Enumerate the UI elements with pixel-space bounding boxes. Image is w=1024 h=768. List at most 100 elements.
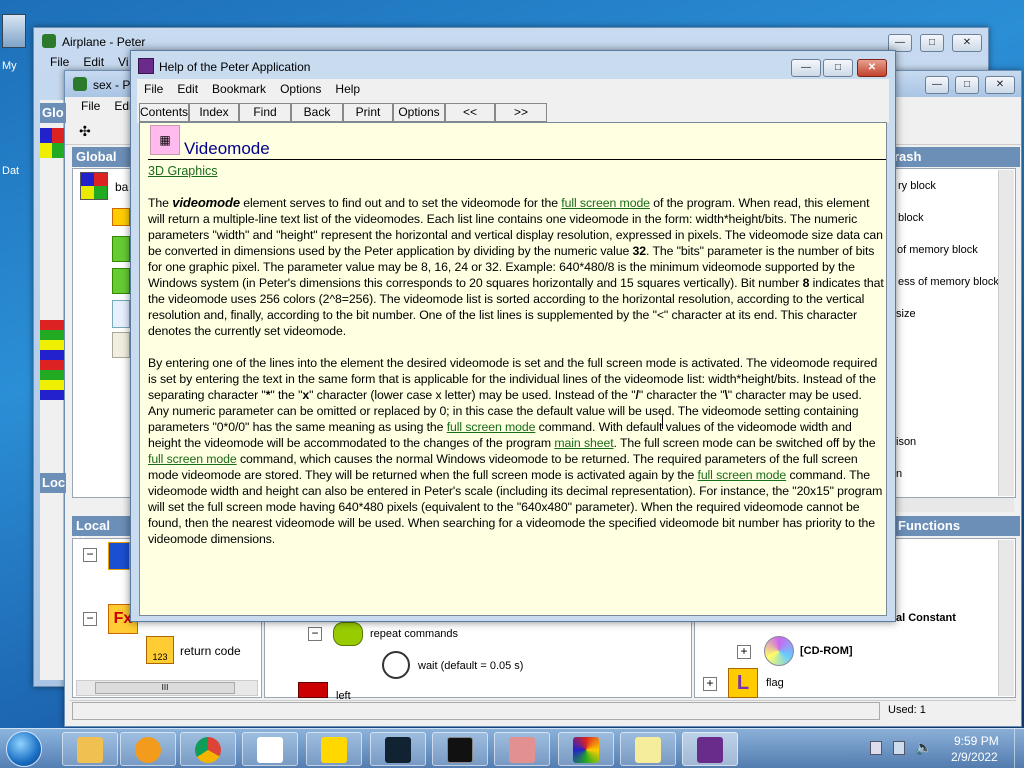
tray-network-icon[interactable] xyxy=(870,741,882,755)
taskbar-oscilloscope[interactable] xyxy=(370,732,426,766)
expand-plus-icon[interactable]: + xyxy=(703,677,717,691)
previous-topic-button[interactable]: << xyxy=(445,103,495,122)
taskbar-peter[interactable] xyxy=(242,732,298,766)
menu-view[interactable]: Vi xyxy=(118,55,128,69)
minimize-button[interactable]: — xyxy=(791,59,821,77)
clock-date[interactable]: 2/9/2022 xyxy=(951,750,998,764)
rabbit-icon[interactable] xyxy=(112,332,130,358)
help-window-title: Help of the Peter Application xyxy=(159,60,311,74)
crash-panel-header: rash xyxy=(890,147,1020,167)
paragraph-1: The videomode element serves to find out… xyxy=(148,195,884,338)
help-content[interactable]: ▦ Videomode 3D Graphics The videomode el… xyxy=(139,122,887,616)
taskbar-media-player[interactable] xyxy=(120,732,176,766)
horizontal-scrollbar[interactable] xyxy=(892,498,1014,512)
index-button[interactable]: Index xyxy=(189,103,239,122)
show-desktop-button[interactable] xyxy=(1014,729,1024,768)
close-button[interactable]: ✕ xyxy=(952,34,982,52)
variable-icon[interactable] xyxy=(112,208,130,226)
cd-rom-icon[interactable] xyxy=(764,636,794,666)
desktop-icon-label: My xyxy=(2,60,17,72)
expand-minus-icon[interactable]: − xyxy=(308,627,322,641)
repeat-icon[interactable] xyxy=(333,622,363,646)
horizontal-scrollbar[interactable]: III xyxy=(76,680,258,696)
expand-minus-icon[interactable]: − xyxy=(83,548,97,562)
full-screen-mode-link[interactable]: full screen mode xyxy=(698,468,787,482)
list-item: ison xyxy=(896,436,917,448)
back-button[interactable]: Back xyxy=(291,103,343,122)
scroll-thumb[interactable]: III xyxy=(95,682,235,694)
find-button[interactable]: Find xyxy=(239,103,291,122)
global-panel-header: Glo xyxy=(40,103,66,123)
taskbar-help[interactable] xyxy=(682,732,738,766)
close-button[interactable]: ✕ xyxy=(985,76,1015,94)
maximize-button[interactable]: □ xyxy=(823,59,853,77)
turn-icon[interactable] xyxy=(298,682,328,698)
taskbar-chrome[interactable] xyxy=(180,732,236,766)
taskbar-app-x[interactable] xyxy=(306,732,362,766)
desktop-icon-computer[interactable] xyxy=(2,14,26,48)
peter-app-icon xyxy=(42,34,56,48)
start-button[interactable] xyxy=(6,731,42,767)
chrome-icon xyxy=(195,737,221,763)
color-palette xyxy=(40,320,64,400)
taskbar-game[interactable] xyxy=(558,732,614,766)
videomode-term: videomode xyxy=(172,195,240,210)
category-link[interactable]: 3D Graphics xyxy=(148,164,217,178)
main-sheet-link[interactable]: main sheet xyxy=(554,436,613,450)
vertical-scrollbar[interactable] xyxy=(998,540,1014,696)
color-palette xyxy=(40,128,64,158)
number-variable-icon[interactable]: 123 xyxy=(146,636,174,664)
folder-icon xyxy=(77,737,103,763)
flag-l-icon[interactable]: L xyxy=(728,668,758,698)
videomode-icon: ▦ xyxy=(150,125,180,155)
menu-bar: File Edit Vi xyxy=(50,55,142,69)
taskbar-cross-app[interactable] xyxy=(494,732,550,766)
function-icon[interactable] xyxy=(108,542,130,570)
peter-app-icon xyxy=(73,77,87,91)
full-screen-mode-link[interactable]: full screen mode xyxy=(148,452,237,466)
next-topic-button[interactable]: >> xyxy=(495,103,547,122)
tree-item-label: repeat commands xyxy=(370,628,459,640)
menu-options[interactable]: Options xyxy=(280,82,321,96)
text-cursor-icon xyxy=(662,415,663,429)
menu-bookmark[interactable]: Bookmark xyxy=(212,82,266,96)
taskbar-console[interactable] xyxy=(432,732,488,766)
global-variables-header: Global V xyxy=(72,147,132,179)
stopwatch-icon[interactable] xyxy=(382,651,410,679)
media-player-icon xyxy=(135,737,161,763)
game-icon xyxy=(573,737,599,763)
options-button[interactable]: Options xyxy=(393,103,445,122)
wave-icon xyxy=(385,737,411,763)
menu-help[interactable]: Help xyxy=(335,82,360,96)
full-screen-mode-link[interactable]: full screen mode xyxy=(447,420,536,434)
contents-button[interactable]: Contents xyxy=(139,103,189,122)
global-group-icon[interactable] xyxy=(80,172,108,200)
menu-file[interactable]: File xyxy=(81,99,100,113)
help-book-icon xyxy=(697,737,723,763)
full-screen-mode-link[interactable]: full screen mode xyxy=(561,196,650,210)
clock-time[interactable]: 9:59 PM xyxy=(954,734,999,748)
tool-icon[interactable]: ✣ xyxy=(79,123,91,140)
rabbit-icon[interactable] xyxy=(112,300,130,328)
minimize-button[interactable]: — xyxy=(925,76,949,94)
close-button[interactable]: ✕ xyxy=(857,59,887,77)
taskbar-explorer[interactable] xyxy=(62,732,118,766)
menu-edit[interactable]: Edit xyxy=(177,82,198,96)
expand-plus-icon[interactable]: + xyxy=(737,645,751,659)
help-window[interactable]: Help of the Peter Application — □ ✕ File… xyxy=(130,50,896,622)
tray-flag-icon[interactable] xyxy=(893,741,905,755)
status-field xyxy=(72,702,880,720)
maximize-button[interactable]: □ xyxy=(955,76,979,94)
local-variables-header: Local Va xyxy=(72,516,132,548)
menu-edit[interactable]: Edit xyxy=(83,55,104,69)
taskbar-notes[interactable] xyxy=(620,732,676,766)
print-button[interactable]: Print xyxy=(343,103,393,122)
maximize-button[interactable]: □ xyxy=(920,34,944,52)
menu-file[interactable]: File xyxy=(144,82,163,96)
variable-icon[interactable] xyxy=(112,236,130,262)
tray-volume-icon[interactable]: 🔈 xyxy=(915,739,932,756)
vertical-scrollbar[interactable] xyxy=(998,170,1014,496)
expand-minus-icon[interactable]: − xyxy=(83,612,97,626)
variable-icon[interactable] xyxy=(112,268,130,294)
menu-file[interactable]: File xyxy=(50,55,69,69)
